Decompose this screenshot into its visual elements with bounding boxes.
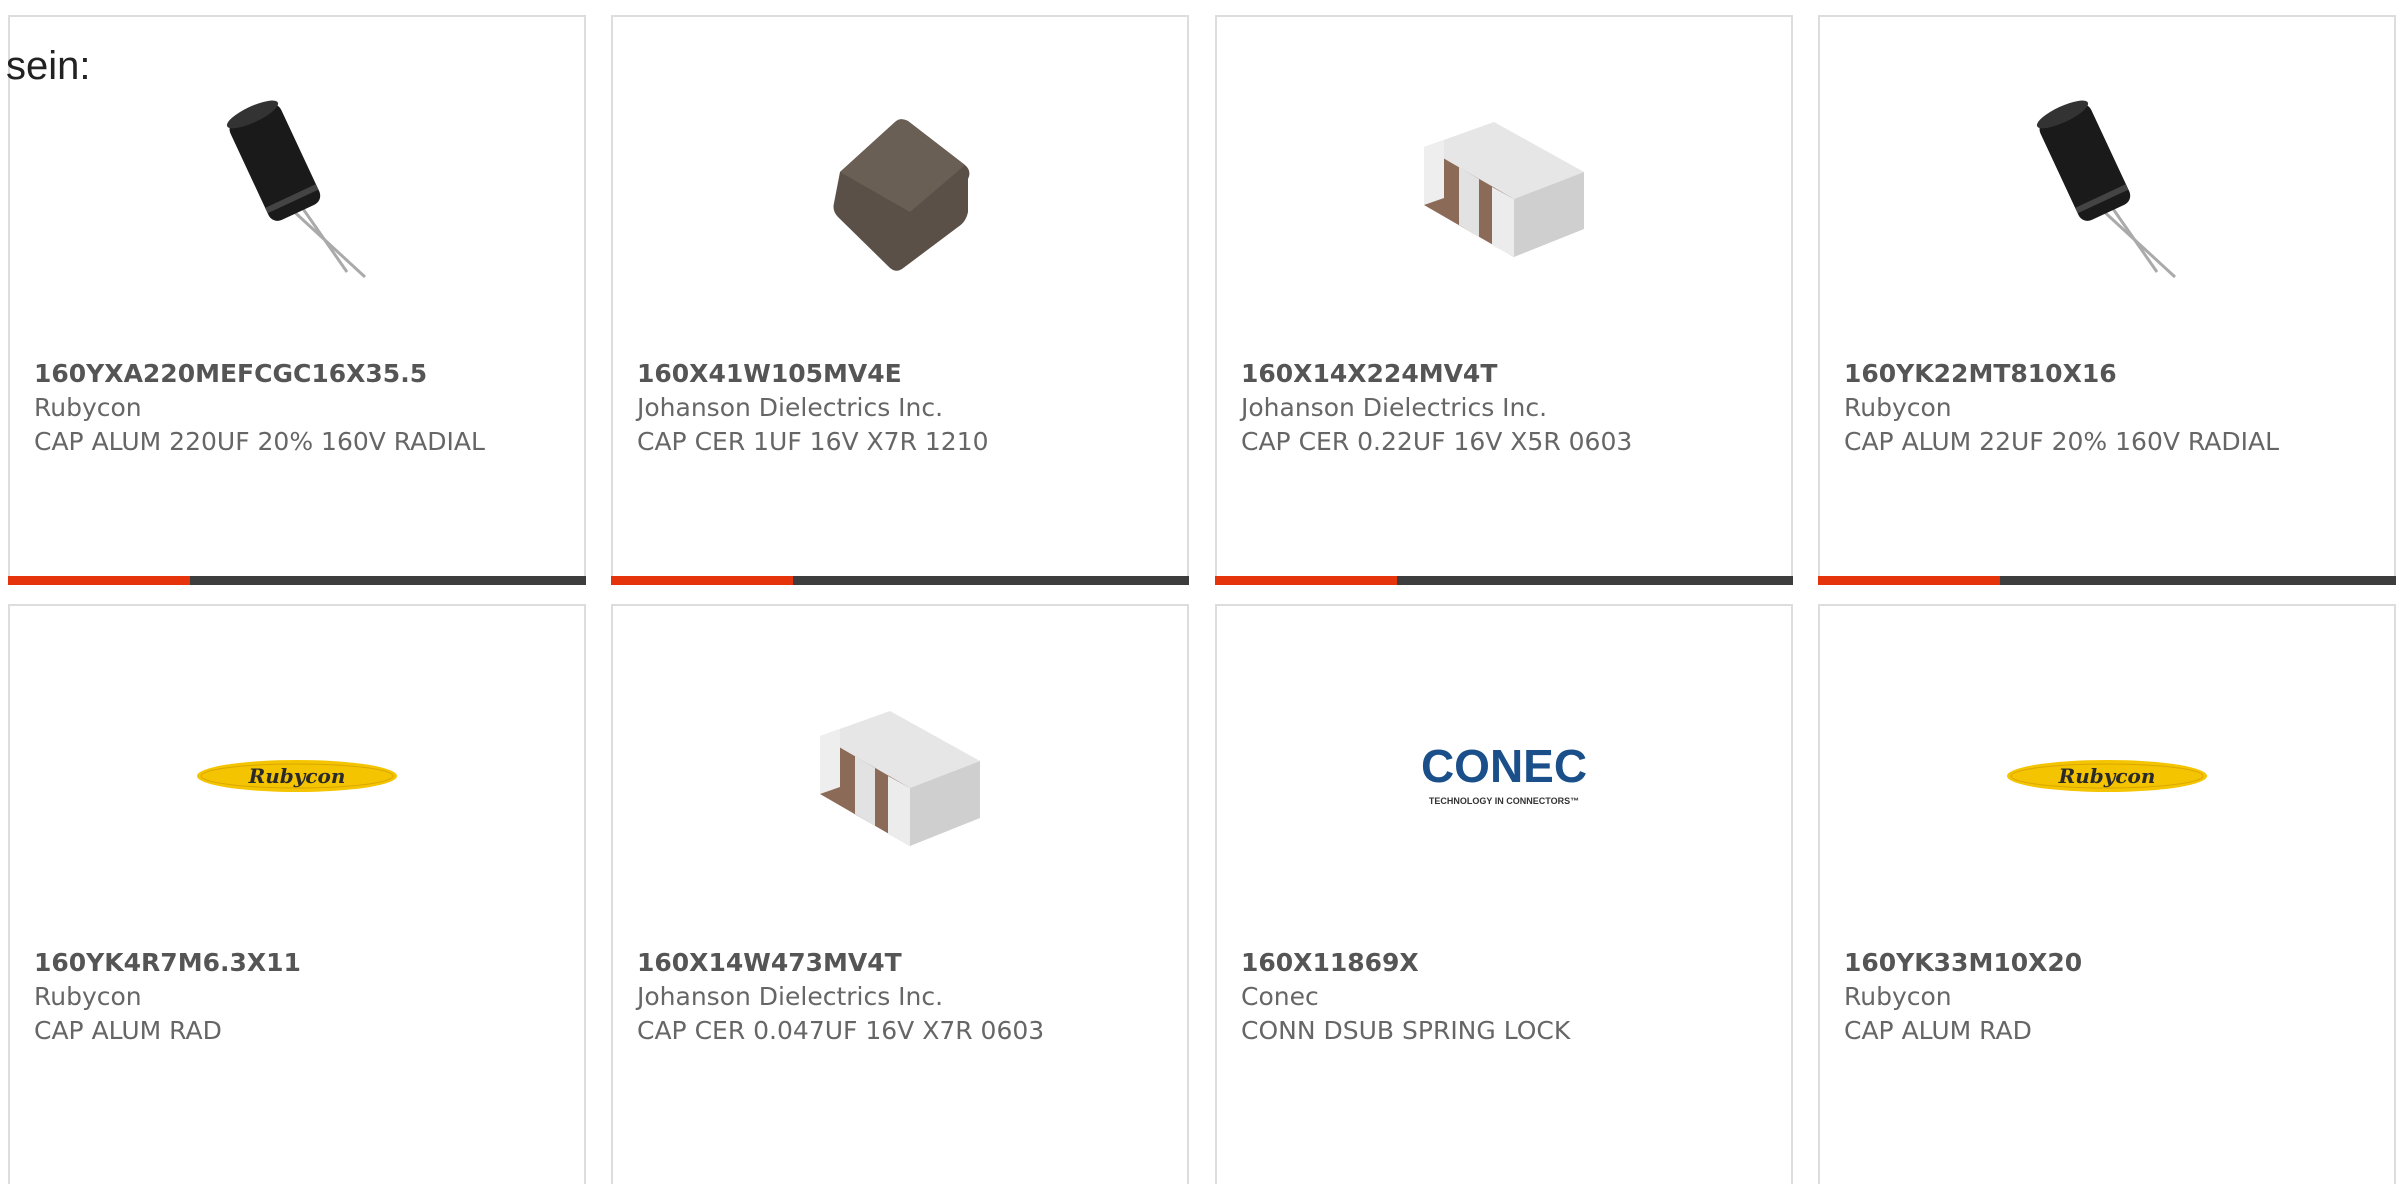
product-image[interactable]: [2007, 87, 2207, 287]
card-bottom-bar: [1215, 576, 1793, 585]
card-bottom-bar: [8, 576, 586, 585]
card-bottom-bar: [1818, 576, 2396, 585]
manufacturer: Johanson Dielectrics Inc.: [637, 982, 944, 1011]
description: CAP ALUM 22UF 20% 160V RADIAL: [1844, 427, 2280, 456]
description: CAP CER 0.22UF 16V X5R 0603: [1241, 427, 1633, 456]
product-image[interactable]: Rubycon: [197, 676, 397, 876]
card-accent: [1215, 576, 1397, 585]
description: CAP CER 0.047UF 16V X7R 0603: [637, 1016, 1045, 1045]
part-number-link[interactable]: 160X41W105MV4E: [637, 357, 1167, 391]
product-card[interactable]: 160X41W105MV4E Johanson Dielectrics Inc.…: [611, 15, 1189, 585]
radial-capacitor-icon: [226, 100, 367, 279]
conec-logo-icon: CONEC TECHNOLOGY IN CONNECTORS™: [1421, 740, 1587, 806]
product-image[interactable]: [197, 87, 397, 287]
card-accent: [1818, 576, 2000, 585]
part-number-link[interactable]: 160X14W473MV4T: [637, 946, 1167, 980]
product-card[interactable]: CONEC TECHNOLOGY IN CONNECTORS™ 160X1186…: [1215, 604, 1793, 1184]
product-card[interactable]: 160YK22MT810X16 Rubycon CAP ALUM 22UF 20…: [1818, 15, 2396, 585]
product-image[interactable]: [800, 676, 1000, 876]
ceramic-chip-capacitor-icon: [833, 119, 970, 271]
description: CAP ALUM 220UF 20% 160V RADIAL: [34, 427, 485, 456]
manufacturer: Rubycon: [34, 393, 142, 422]
product-card[interactable]: 160X14X224MV4T Johanson Dielectrics Inc.…: [1215, 15, 1793, 585]
product-card[interactable]: 160YXA220MEFCGC16X35.5 Rubycon CAP ALUM …: [8, 15, 586, 585]
card-bottom-bar: [611, 576, 1189, 585]
array-chip-capacitor-icon: [1424, 122, 1584, 257]
product-card[interactable]: 160X14W473MV4T Johanson Dielectrics Inc.…: [611, 604, 1189, 1184]
manufacturer: Rubycon: [34, 982, 142, 1011]
conec-logo-text: CONEC: [1421, 740, 1587, 792]
array-chip-capacitor-icon: [820, 711, 980, 846]
card-accent: [8, 576, 190, 585]
product-card[interactable]: Rubycon 160YK33M10X20 Rubycon CAP ALUM R…: [1818, 604, 2396, 1184]
rubycon-logo-text: Rubycon: [248, 764, 346, 788]
radial-capacitor-icon: [2036, 100, 2177, 279]
part-number-link[interactable]: 160YXA220MEFCGC16X35.5: [34, 357, 564, 391]
conec-tagline: TECHNOLOGY IN CONNECTORS™: [1429, 796, 1579, 806]
manufacturer: Conec: [1241, 982, 1319, 1011]
rubycon-logo-icon: Rubycon: [197, 760, 397, 792]
manufacturer: Johanson Dielectrics Inc.: [637, 393, 944, 422]
description: CAP CER 1UF 16V X7R 1210: [637, 427, 989, 456]
card-accent: [611, 576, 793, 585]
intro-text: sein:: [6, 44, 91, 88]
manufacturer: Rubycon: [1844, 982, 1952, 1011]
part-number-link[interactable]: 160YK22MT810X16: [1844, 357, 2374, 391]
product-image[interactable]: [1404, 87, 1604, 287]
rubycon-logo-text: Rubycon: [2058, 764, 2156, 788]
product-image[interactable]: [800, 87, 1000, 287]
part-number-link[interactable]: 160X11869X: [1241, 946, 1771, 980]
description: CONN DSUB SPRING LOCK: [1241, 1016, 1571, 1045]
part-number-link[interactable]: 160YK4R7M6.3X11: [34, 946, 564, 980]
product-image[interactable]: Rubycon: [2007, 676, 2207, 876]
rubycon-logo-icon: Rubycon: [2007, 760, 2207, 792]
part-number-link[interactable]: 160YK33M10X20: [1844, 946, 2374, 980]
description: CAP ALUM RAD: [34, 1016, 222, 1045]
manufacturer: Johanson Dielectrics Inc.: [1241, 393, 1548, 422]
description: CAP ALUM RAD: [1844, 1016, 2032, 1045]
part-number-link[interactable]: 160X14X224MV4T: [1241, 357, 1771, 391]
product-image[interactable]: CONEC TECHNOLOGY IN CONNECTORS™: [1404, 676, 1604, 876]
product-card[interactable]: Rubycon 160YK4R7M6.3X11 Rubycon CAP ALUM…: [8, 604, 586, 1184]
manufacturer: Rubycon: [1844, 393, 1952, 422]
